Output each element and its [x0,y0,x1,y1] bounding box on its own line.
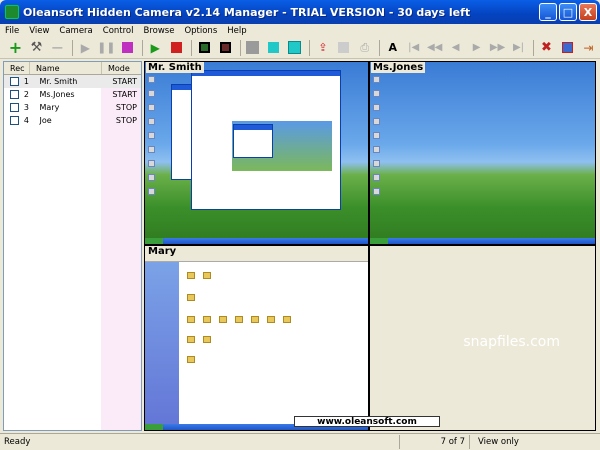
grid-layout-2-icon[interactable] [216,39,235,57]
delete-icon[interactable]: ✖ [537,39,556,57]
desktop-icons [148,76,156,202]
toolbar-separator [309,39,311,56]
camera-label: Mary [146,246,179,257]
app-icon [5,5,19,19]
camera-mode: START [112,77,138,86]
explorer-sidebar [145,262,179,430]
camera-name: Mary [39,103,60,112]
print-icon[interactable]: ⎙ [355,39,374,57]
zoom-icon[interactable]: A [383,39,402,57]
rec-checkbox[interactable] [10,116,19,125]
next-icon[interactable]: ▶ [467,39,486,57]
maximize-button[interactable]: □ [559,3,577,21]
toolbar-separator [141,39,143,56]
status-mode: View only [478,437,519,447]
row-number: 4 [23,116,29,125]
toolbar-separator [379,39,381,56]
column-mode[interactable]: Mode [102,62,141,74]
view-single-icon[interactable] [244,39,263,57]
camera-view-grid: Mr. Smith Ms.Jones www.oleansoft.com Mar… [144,61,596,431]
row-number: 3 [23,103,29,112]
minimize-button[interactable]: _ [539,3,557,21]
camera-row[interactable]: 4 Joe STOP [4,114,141,127]
close-button[interactable]: X [579,3,597,21]
desktop-icons [373,76,381,202]
camera-name: Ms.Jones [39,90,75,99]
first-frame-icon[interactable]: |◀ [404,39,423,57]
prev-frame-icon[interactable]: ◀◀ [425,39,444,57]
captured-taskbar [145,238,368,244]
status-text: Ready [0,435,400,449]
row-number: 1 [23,77,29,86]
play-icon[interactable]: ▶ [76,39,95,57]
next-frame-icon[interactable]: ▶▶ [488,39,507,57]
camera-view-mary[interactable]: Mary [144,245,369,431]
camera-label: Ms.Jones [371,62,426,73]
settings-icon[interactable] [558,39,577,57]
title-bar: Oleansoft Hidden Camera v2.14 Manager - … [0,0,600,24]
explorer-toolbar [145,246,368,262]
menu-bar: File View Camera Control Browse Options … [0,24,600,37]
stop-icon[interactable] [118,39,137,57]
toolbar-separator [71,39,73,56]
export-icon[interactable]: ⇪ [313,39,332,57]
tools-icon[interactable]: ⚒ [27,39,46,57]
menu-browse[interactable]: Browse [139,26,180,36]
camera-list: Rec Name Mode 1 Mr. Smith START 2 Ms.Jon… [3,61,142,431]
camera-name: Mr. Smith [39,77,78,86]
captured-taskbar [370,238,595,244]
captured-dialog [233,124,273,158]
toolbar: + ⚒ − ▶ ❚❚ ▶ ⇪ ⎙ A |◀ ◀◀ ◀ ▶ ▶▶ ▶| ✖ ⇥ [0,37,600,59]
toolbar-separator [190,39,192,56]
play-all-icon[interactable]: ▶ [146,39,165,57]
camera-name: Joe [39,116,52,125]
camera-label: Mr. Smith [146,62,204,73]
camera-view-mr-smith[interactable]: Mr. Smith [144,61,369,245]
menu-help[interactable]: Help [222,26,251,36]
camera-row[interactable]: 3 Mary STOP [4,101,141,114]
camera-view-ms-jones[interactable]: Ms.Jones [369,61,596,245]
view-multi-icon[interactable] [285,39,304,57]
rec-checkbox[interactable] [10,77,19,86]
menu-view[interactable]: View [24,26,54,36]
status-count: 7 of 7 [400,435,470,449]
desktop-capture [370,62,595,244]
window-title: Oleansoft Hidden Camera v2.14 Manager - … [23,5,471,19]
camera-list-header: Rec Name Mode [4,62,141,75]
grid-layout-icon[interactable] [195,39,214,57]
pause-icon[interactable]: ❚❚ [97,39,116,57]
row-number: 2 [23,90,29,99]
stop-all-icon[interactable] [167,39,186,57]
toolbar-separator [533,39,534,56]
last-frame-icon[interactable]: ▶| [509,39,528,57]
camera-mode: STOP [115,103,138,112]
menu-options[interactable]: Options [179,26,222,36]
column-rec[interactable]: Rec [4,62,30,74]
column-name[interactable]: Name [30,62,102,74]
add-camera-icon[interactable]: + [6,38,25,57]
explorer-capture [145,246,368,430]
menu-file[interactable]: File [0,26,24,36]
camera-mode: STOP [115,116,138,125]
exit-icon[interactable]: ⇥ [579,39,598,57]
save-icon[interactable] [334,39,353,57]
watermark-url: www.oleansoft.com [294,416,440,427]
menu-control[interactable]: Control [98,26,139,36]
status-bar: Ready 7 of 7 View only [0,433,600,450]
prev-icon[interactable]: ◀ [446,39,465,57]
toolbar-separator [239,39,241,56]
camera-mode: START [112,90,138,99]
view-quad-icon[interactable] [264,39,283,57]
overlay-watermark: snapfiles.com [463,334,560,350]
remove-icon[interactable]: − [48,38,67,57]
rec-checkbox[interactable] [10,103,19,112]
rec-checkbox[interactable] [10,90,19,99]
menu-camera[interactable]: Camera [54,26,97,36]
camera-row[interactable]: 2 Ms.Jones START [4,88,141,101]
camera-row[interactable]: 1 Mr. Smith START [4,75,141,88]
